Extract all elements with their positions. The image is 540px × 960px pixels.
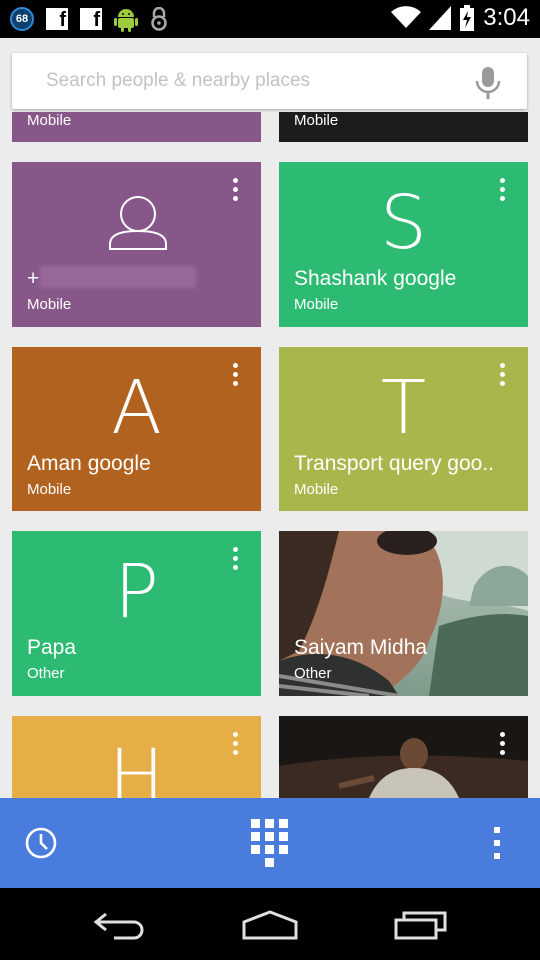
recent-apps-icon[interactable] — [394, 910, 448, 940]
more-options-icon[interactable] — [233, 547, 239, 574]
search-input[interactable]: Search people & nearby places — [46, 53, 310, 109]
contact-type: Other — [27, 665, 65, 682]
bottom-action-bar — [0, 798, 540, 888]
facebook-icon: f — [46, 8, 68, 30]
more-options-icon[interactable] — [500, 363, 506, 390]
dialpad-icon[interactable] — [251, 819, 289, 867]
lock-icon — [151, 7, 167, 31]
wifi-icon — [391, 6, 422, 28]
android-icon — [114, 9, 138, 32]
search-bar[interactable]: Search people & nearby places — [12, 53, 527, 109]
more-options-icon[interactable] — [233, 363, 239, 390]
contact-type: Mobile — [27, 112, 72, 129]
contact-name: Saiyam Midha — [294, 636, 428, 659]
contact-photo — [279, 716, 528, 798]
contact-name: Aman google — [27, 452, 151, 475]
contact-tile[interactable]: Saiyam Midha Other — [279, 531, 528, 696]
microphone-icon[interactable] — [475, 67, 501, 99]
contact-tile[interactable]: A Aman google Mobile — [12, 347, 261, 511]
back-icon[interactable] — [92, 910, 146, 940]
overflow-menu-icon[interactable] — [493, 827, 501, 859]
contact-tile[interactable]: + Mobile — [12, 162, 261, 327]
contact-type: Mobile — [27, 296, 72, 313]
contact-initial: S — [380, 180, 427, 266]
more-options-icon[interactable] — [233, 732, 239, 759]
contact-tile-partial-left[interactable]: Mobile — [12, 112, 261, 142]
signal-icon — [429, 6, 452, 30]
contact-type: Mobile — [294, 296, 339, 313]
contact-initial: A — [111, 365, 162, 451]
contact-initial: H — [108, 734, 165, 798]
contact-name: + — [27, 267, 40, 290]
more-options-icon[interactable] — [233, 178, 239, 205]
person-icon — [109, 196, 167, 250]
notification-count-badge: 68 — [10, 7, 34, 31]
contact-name: Papa — [27, 636, 77, 659]
contact-initial: T — [380, 365, 427, 451]
contact-initial: P — [114, 549, 159, 635]
contact-type: Mobile — [294, 481, 339, 498]
status-bar: 68 f f 3:04 — [0, 0, 540, 38]
clock-time: 3:04 — [483, 4, 530, 31]
recent-calls-icon[interactable] — [24, 826, 58, 860]
contact-type: Mobile — [27, 481, 72, 498]
redacted-number — [40, 266, 196, 288]
facebook-icon: f — [80, 8, 102, 30]
contact-name: Transport query goo.. — [294, 452, 494, 475]
battery-charging-icon — [460, 5, 475, 31]
contact-type: Other — [294, 665, 332, 682]
system-navigation-bar — [0, 888, 540, 960]
contact-tile[interactable]: S Shashank google Mobile — [279, 162, 528, 327]
contact-tile[interactable] — [279, 716, 528, 798]
contact-tile[interactable]: P Papa Other — [12, 531, 261, 696]
contact-tile[interactable]: H — [12, 716, 261, 798]
home-icon[interactable] — [241, 910, 299, 940]
contact-tile[interactable]: T Transport query goo.. Mobile — [279, 347, 528, 511]
contact-type: Mobile — [294, 112, 339, 129]
contact-name: Shashank google — [294, 267, 457, 290]
more-options-icon[interactable] — [500, 178, 506, 205]
contact-tile-partial-right[interactable]: Mobile — [279, 112, 528, 142]
more-options-icon[interactable] — [500, 732, 506, 759]
